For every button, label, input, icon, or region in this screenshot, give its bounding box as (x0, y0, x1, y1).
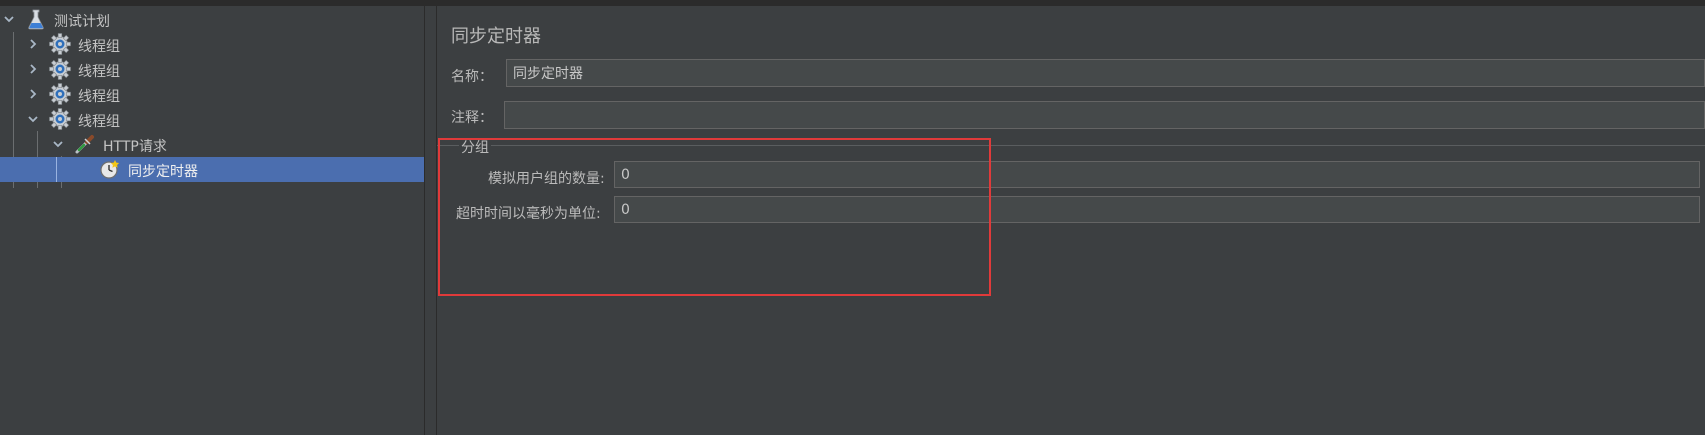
chevron-down-icon[interactable] (25, 109, 41, 129)
name-label: 名称： (451, 69, 493, 85)
tree-item-label: 同步定时器 (128, 164, 198, 180)
tree-item-label: 测试计划 (54, 14, 110, 30)
chevron-down-icon[interactable] (1, 9, 17, 29)
name-field[interactable] (506, 59, 1705, 87)
splitter[interactable] (424, 6, 425, 435)
chevron-right-icon[interactable] (25, 34, 41, 54)
chevron-right-icon[interactable] (25, 84, 41, 104)
comment-label: 注释： (451, 110, 493, 126)
flask-icon (24, 8, 48, 30)
chevron-down-icon[interactable] (50, 134, 66, 154)
tree-item-thread-group[interactable]: 线程组 (0, 32, 424, 57)
splitter-edge (436, 6, 437, 435)
tree-item-label: 线程组 (78, 39, 120, 55)
gear-icon (48, 108, 72, 130)
tree-item-thread-group[interactable]: 线程组 (0, 82, 424, 107)
timer-icon (98, 158, 122, 180)
tree-item-test-plan[interactable]: 测试计划 (0, 7, 424, 32)
tree-item-label: 线程组 (78, 89, 120, 105)
highlight-annotation-box (438, 138, 991, 296)
pipette-icon (73, 133, 97, 155)
chevron-right-icon[interactable] (25, 59, 41, 79)
tree-item-label: HTTP请求 (103, 139, 167, 155)
gear-icon (48, 58, 72, 80)
tree-item-thread-group[interactable]: 线程组 (0, 107, 424, 132)
comment-field[interactable] (504, 101, 1705, 129)
tree-item-http-request[interactable]: HTTP请求 (0, 132, 424, 157)
page-title: 同步定时器 (451, 26, 541, 47)
tree-item-sync-timer[interactable]: 同步定时器 (0, 157, 424, 182)
tree-item-thread-group[interactable]: 线程组 (0, 57, 424, 82)
gear-icon (48, 83, 72, 105)
tree-guide (56, 157, 57, 182)
tree-item-label: 线程组 (78, 64, 120, 80)
tree-item-label: 线程组 (78, 114, 120, 130)
gear-icon (48, 33, 72, 55)
test-plan-tree: 测试计划 线程组 线程组 线程组 线程组 HTTP请求 同步定时器 (0, 6, 424, 435)
